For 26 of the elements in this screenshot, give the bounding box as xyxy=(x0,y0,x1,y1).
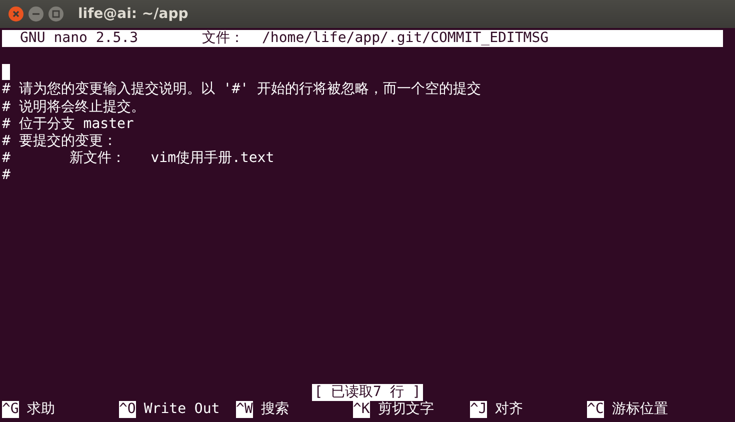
window-title: life@ai: ~/app xyxy=(78,6,188,22)
editor-line: # xyxy=(2,167,10,184)
shortcut-key: ^C xyxy=(587,400,604,418)
file-label: 文件： xyxy=(202,30,245,48)
shortcut-label: 搜索 xyxy=(260,400,289,418)
editor-line: # 要提交的变更： xyxy=(2,132,117,149)
shortcut-key: ^O xyxy=(119,400,136,418)
shortcut-label: 对齐 xyxy=(494,400,523,418)
shortcut-key: ^K xyxy=(353,400,370,418)
shortcut-key: ^W xyxy=(236,400,253,418)
editor-line: # 说明将会终止提交。 xyxy=(2,98,145,115)
close-icon[interactable] xyxy=(8,6,24,22)
editor-line: # 位于分支 master xyxy=(2,116,134,132)
minimize-icon[interactable] xyxy=(28,6,44,22)
shortcut-key: ^G xyxy=(2,400,19,418)
shortcut-label: 求助 xyxy=(26,400,55,418)
maximize-icon[interactable] xyxy=(48,6,64,22)
editor-line: # 请为您的变更输入提交说明。以 '#' 开始的行将被忽略，而一个空的提交 xyxy=(2,81,482,98)
shortcut-key: ^J xyxy=(470,400,487,418)
file-path: /home/life/app/.git/COMMIT_EDITMSG xyxy=(262,30,549,48)
shortcut-label: 游标位置 xyxy=(612,400,668,418)
status-message: [ 已读取7 行 ] xyxy=(312,384,423,401)
shortcut-label: Write Out xyxy=(144,400,220,418)
shortcut-label: 剪切文字 xyxy=(378,400,434,418)
editor-line: # 新文件： vim使用手册.text xyxy=(2,150,274,166)
nano-version: GNU nano 2.5.3 xyxy=(20,30,140,48)
